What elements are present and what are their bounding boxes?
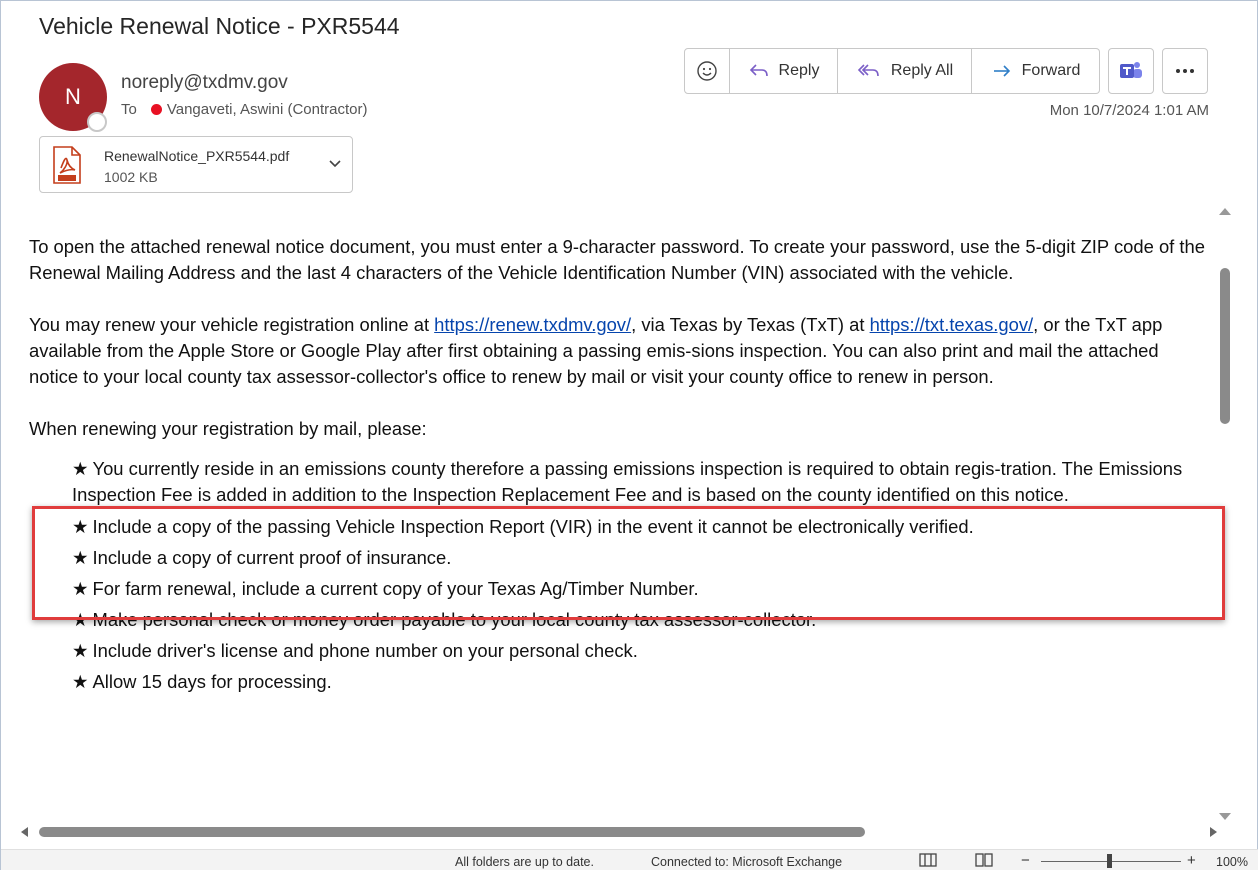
message-actions-toolbar: Reply Reply All Forward	[684, 48, 1208, 94]
message-body: To open the attached renewal notice docu…	[29, 234, 1209, 700]
star-bullet-icon: ★	[72, 671, 89, 692]
teams-share-button[interactable]	[1108, 48, 1154, 94]
body-paragraph-mail-intro: When renewing your registration by mail,…	[29, 418, 427, 439]
reply-all-label: Reply All	[890, 62, 954, 79]
forward-arrow-icon	[993, 65, 1010, 77]
vertical-scroll-thumb[interactable]	[1220, 268, 1230, 424]
recipient-row: To Vangaveti, Aswini (Contractor)	[121, 101, 367, 118]
reply-label: Reply	[778, 62, 820, 79]
normal-view-icon[interactable]	[919, 853, 937, 867]
recipient-name[interactable]: Vangaveti, Aswini (Contractor)	[167, 101, 368, 118]
email-subject: Vehicle Renewal Notice - PXR5544	[39, 13, 400, 39]
horizontal-scrollbar[interactable]	[21, 824, 1217, 840]
scroll-right-icon[interactable]	[1210, 827, 1217, 837]
teams-icon	[1120, 62, 1142, 78]
reply-all-button[interactable]: Reply All	[838, 48, 972, 94]
attachment-size: 1002 KB	[104, 169, 158, 185]
attachment-card[interactable]: RenewalNotice_PXR5544.pdf 1002 KB	[39, 136, 353, 193]
zoom-slider-thumb[interactable]	[1107, 854, 1112, 868]
connection-status: Connected to: Microsoft Exchange	[651, 855, 843, 869]
scroll-up-icon[interactable]	[1219, 208, 1231, 215]
body-paragraph-password: To open the attached renewal notice docu…	[29, 236, 1205, 283]
smiley-icon	[697, 61, 717, 81]
renew-text-b: , via Texas by Texas (TxT) at	[631, 314, 870, 335]
renew-txdmv-link[interactable]: https://renew.txdmv.gov/	[434, 314, 631, 335]
scroll-down-icon[interactable]	[1219, 813, 1231, 820]
email-reading-pane: Vehicle Renewal Notice - PXR5544 N norep…	[0, 0, 1258, 870]
zoom-level[interactable]: 100%	[1216, 855, 1248, 869]
star-bullet-icon: ★	[72, 640, 89, 661]
reply-icon	[749, 64, 768, 77]
list-item: ★ Include driver's license and phone numb…	[72, 640, 638, 661]
recipient-presence-icon	[150, 104, 162, 115]
attachment-name: RenewalNotice_PXR5544.pdf	[104, 148, 290, 164]
reply-button[interactable]: Reply	[730, 48, 838, 94]
forward-button[interactable]: Forward	[972, 48, 1100, 94]
presence-status-icon	[87, 112, 107, 132]
list-item: ★ Allow 15 days for processing.	[72, 671, 332, 692]
renew-text-a: You may renew your vehicle registration …	[29, 314, 435, 335]
zoom-out-button[interactable]: −	[1021, 852, 1030, 869]
vertical-scrollbar[interactable]	[1217, 208, 1233, 820]
avatar-initial: N	[65, 84, 81, 109]
highlight-box	[32, 506, 1225, 620]
horizontal-scroll-thumb[interactable]	[39, 827, 865, 837]
status-bar: All folders are up to date. Connected to…	[1, 849, 1258, 870]
zoom-in-button[interactable]: +	[1187, 852, 1196, 869]
chevron-down-icon[interactable]	[326, 154, 344, 172]
forward-label: Forward	[1021, 62, 1081, 79]
list-item: ★ You currently reside in an emissions co…	[72, 458, 1183, 505]
received-datetime: Mon 10/7/2024 1:01 AM	[1049, 102, 1209, 119]
folder-sync-status: All folders are up to date.	[455, 855, 594, 869]
scroll-left-icon[interactable]	[21, 827, 28, 837]
emoji-reaction-button[interactable]	[684, 48, 730, 94]
reading-view-icon[interactable]	[975, 853, 993, 867]
txt-texas-link[interactable]: https://txt.texas.gov/	[870, 314, 1034, 335]
more-actions-button[interactable]	[1162, 48, 1208, 94]
sender-address[interactable]: noreply@txdmv.gov	[121, 72, 288, 94]
reply-all-icon	[857, 64, 879, 77]
star-bullet-icon: ★	[72, 458, 89, 479]
to-label: To	[121, 101, 137, 118]
body-paragraph-renew: You may renew your vehicle registration …	[29, 312, 1209, 390]
more-icon	[1176, 69, 1194, 73]
pdf-icon	[53, 146, 81, 184]
